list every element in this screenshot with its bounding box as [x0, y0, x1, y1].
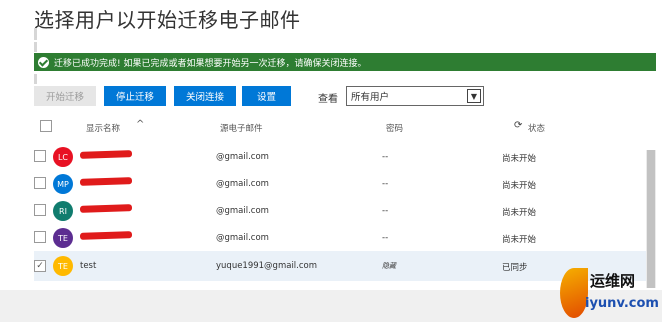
column-display-name[interactable]: 显示名称 [86, 122, 120, 134]
row-checkbox[interactable] [34, 231, 46, 243]
view-filter-select[interactable]: 所有用户 ▼ [346, 86, 484, 106]
row-status: 尚未开始 [502, 235, 537, 245]
avatar: RI [53, 201, 73, 221]
settings-button[interactable]: 设置 [242, 86, 291, 106]
row-checkbox[interactable]: ✓ [34, 260, 46, 272]
row-password: -- [382, 179, 389, 189]
row-password: -- [382, 233, 389, 243]
checkmark-icon [38, 56, 49, 68]
column-status[interactable]: 状态 [528, 122, 545, 134]
table-row[interactable]: TE @gmail.com -- 尚未开始 [34, 224, 646, 251]
page-title: 选择用户以开始迁移电子邮件 [34, 8, 301, 32]
divider [34, 28, 37, 40]
column-password[interactable]: 密码 [386, 122, 403, 134]
stop-migration-button[interactable]: 停止迁移 [104, 86, 166, 106]
chevron-down-icon[interactable]: ▼ [467, 89, 481, 103]
row-status: 已同步 [502, 263, 528, 273]
redacted-name [79, 204, 133, 213]
view-filter-value: 所有用户 [351, 92, 390, 103]
logo-icon [560, 268, 588, 318]
success-banner: 迁移已成功完成! 如果已完成或者如果想要开始另一次迁移，请确保关闭连接。 [34, 53, 656, 71]
select-all-checkbox[interactable] [40, 120, 52, 132]
divider [34, 74, 37, 84]
row-email: @gmail.com [216, 152, 269, 162]
avatar: TE [53, 256, 73, 276]
close-connection-button[interactable]: 关闭连接 [174, 86, 236, 106]
row-status: 尚未开始 [502, 181, 537, 191]
banner-message: 迁移已成功完成! 如果已完成或者如果想要开始另一次迁移，请确保关闭连接。 [54, 58, 367, 69]
table-row[interactable]: LC @gmail.com -- 尚未开始 [34, 143, 646, 170]
sort-up-icon[interactable]: ^ [136, 119, 144, 130]
start-migration-button[interactable]: 开始迁移 [34, 86, 96, 106]
column-source-email[interactable]: 源电子邮件 [220, 122, 263, 134]
row-checkbox[interactable] [34, 204, 46, 216]
table-header: 显示名称 ^ 源电子邮件 密码 ⟳ 状态 [34, 116, 656, 140]
avatar: MP [53, 174, 73, 194]
row-email: @gmail.com [216, 179, 269, 189]
row-email: yuque1991@gmail.com [216, 261, 318, 271]
watermark-logo: 运维网 iyunv.com [560, 268, 660, 320]
row-password: -- [382, 152, 389, 162]
row-name: test [80, 261, 97, 271]
redacted-name [79, 150, 133, 159]
watermark-text-en: iyunv.com [585, 296, 659, 311]
row-password: -- [382, 206, 389, 216]
toolbar: 开始迁移 停止迁移 关闭连接 设置 查看 所有用户 ▼ [34, 86, 494, 106]
divider [34, 42, 37, 52]
row-status: 尚未开始 [502, 154, 537, 164]
row-email: @gmail.com [216, 233, 269, 243]
avatar: LC [53, 147, 73, 167]
refresh-icon[interactable]: ⟳ [514, 120, 522, 131]
row-checkbox[interactable] [34, 177, 46, 189]
users-table: 显示名称 ^ 源电子邮件 密码 ⟳ 状态 LC @gmail.com -- 尚未… [34, 116, 656, 288]
table-row[interactable]: MP @gmail.com -- 尚未开始 [34, 170, 646, 197]
row-password: 隐藏 [382, 262, 396, 270]
table-row[interactable]: RI @gmail.com -- 尚未开始 [34, 197, 646, 224]
view-label: 查看 [318, 94, 338, 105]
redacted-name [79, 177, 133, 186]
row-status: 尚未开始 [502, 208, 537, 218]
row-email: @gmail.com [216, 206, 269, 216]
table-row[interactable]: ✓ TE test yuque1991@gmail.com 隐藏 已同步 [34, 251, 646, 281]
redacted-name [79, 231, 133, 240]
row-checkbox[interactable] [34, 150, 46, 162]
avatar: TE [53, 228, 73, 248]
watermark-text-cn: 运维网 [590, 272, 636, 290]
